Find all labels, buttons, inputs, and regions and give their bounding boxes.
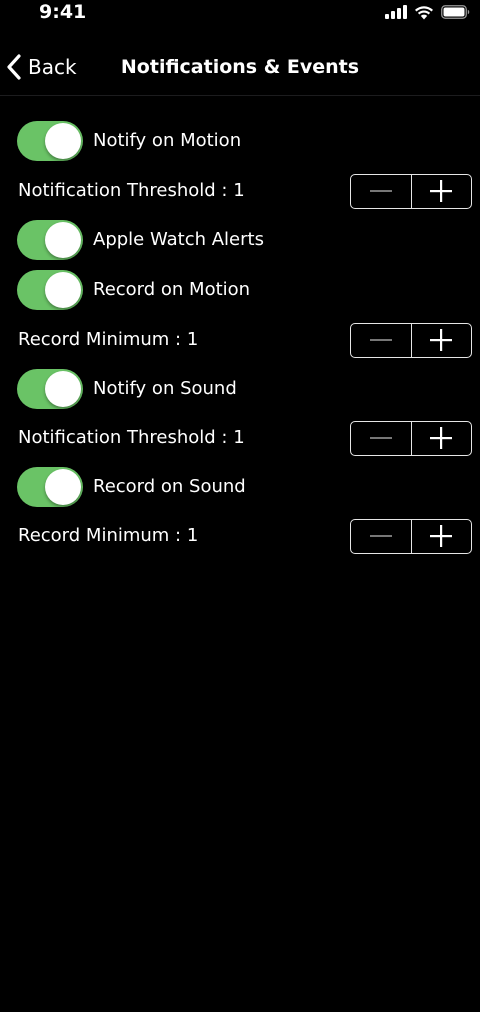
notify-sound-label: Notify on Sound xyxy=(93,378,237,399)
battery-icon xyxy=(441,5,470,19)
minus-icon xyxy=(369,190,392,192)
navigation-bar: Back Notifications & Events xyxy=(0,40,480,96)
status-time: 9:41 xyxy=(39,1,87,23)
sound-record-min-decrement-button[interactable] xyxy=(351,520,411,553)
motion-threshold-row: Notification Threshold : 1 xyxy=(17,171,472,211)
status-bar: 9:41 xyxy=(0,0,480,26)
cellular-signal-icon xyxy=(385,5,407,19)
motion-record-min-label: Record Minimum : 1 xyxy=(18,329,199,350)
motion-threshold-decrement-button[interactable] xyxy=(351,175,411,208)
motion-record-min-row: Record Minimum : 1 xyxy=(17,320,472,360)
toggle-knob xyxy=(45,222,81,258)
status-icons xyxy=(385,3,470,21)
record-motion-row: Record on Motion xyxy=(17,270,472,310)
sound-record-min-increment-button[interactable] xyxy=(410,519,472,553)
record-motion-toggle[interactable] xyxy=(17,270,83,310)
toggle-knob xyxy=(45,123,81,159)
minus-icon xyxy=(369,339,392,341)
sound-record-min-label: Record Minimum : 1 xyxy=(18,525,199,546)
motion-record-min-increment-button[interactable] xyxy=(410,323,472,357)
record-sound-row: Record on Sound xyxy=(17,467,472,507)
toggle-knob xyxy=(45,469,81,505)
record-sound-label: Record on Sound xyxy=(93,476,246,497)
apple-watch-toggle[interactable] xyxy=(17,220,83,260)
minus-icon xyxy=(369,535,392,537)
toggle-knob xyxy=(45,371,81,407)
plus-icon xyxy=(430,329,453,351)
sound-record-min-row: Record Minimum : 1 xyxy=(17,516,472,556)
notify-motion-row: Notify on Motion xyxy=(17,121,472,161)
wifi-icon xyxy=(415,5,433,19)
record-motion-label: Record on Motion xyxy=(93,279,251,300)
page-title: Notifications & Events xyxy=(120,56,360,78)
sound-threshold-label: Notification Threshold : 1 xyxy=(18,427,245,448)
motion-record-min-stepper xyxy=(350,322,472,358)
notify-motion-label: Notify on Motion xyxy=(93,130,242,151)
notify-sound-row: Notify on Sound xyxy=(17,369,472,409)
sound-record-min-stepper xyxy=(350,518,472,554)
sound-threshold-row: Notification Threshold : 1 xyxy=(17,418,472,458)
plus-icon xyxy=(430,525,453,547)
sound-threshold-decrement-button[interactable] xyxy=(351,422,411,455)
apple-watch-row: Apple Watch Alerts xyxy=(17,220,472,260)
sound-threshold-increment-button[interactable] xyxy=(410,421,472,455)
sound-threshold-stepper xyxy=(350,420,472,456)
plus-icon xyxy=(430,180,453,202)
toggle-knob xyxy=(45,272,81,308)
notify-motion-toggle[interactable] xyxy=(17,121,83,161)
notify-sound-toggle[interactable] xyxy=(17,369,83,409)
motion-record-min-decrement-button[interactable] xyxy=(351,324,411,357)
motion-threshold-label: Notification Threshold : 1 xyxy=(18,180,245,201)
apple-watch-label: Apple Watch Alerts xyxy=(93,229,264,250)
record-sound-toggle[interactable] xyxy=(17,467,83,507)
plus-icon xyxy=(430,427,453,449)
minus-icon xyxy=(369,437,392,439)
motion-threshold-increment-button[interactable] xyxy=(410,174,472,208)
motion-threshold-stepper xyxy=(350,173,472,209)
